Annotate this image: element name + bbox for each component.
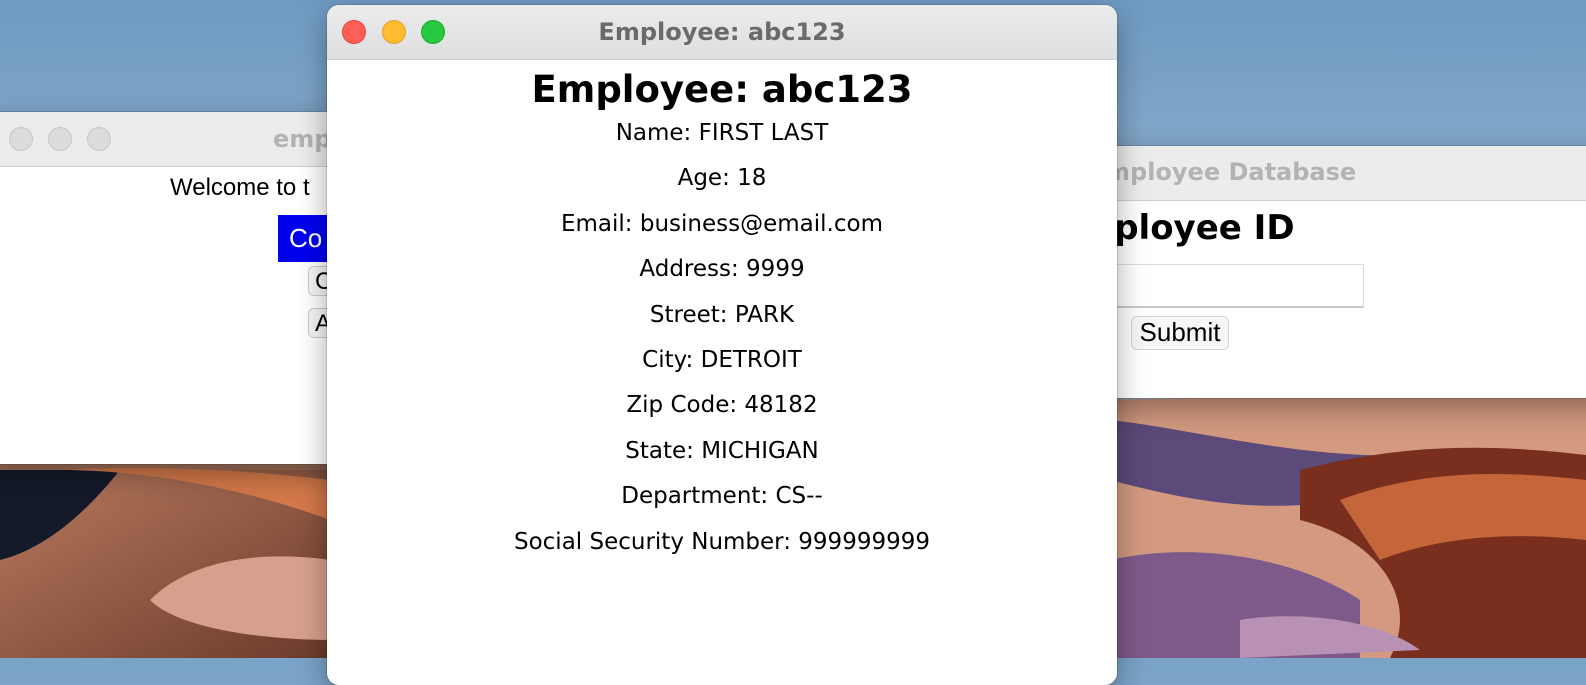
employee-details: Employee: abc123 Name: FIRST LAST Age: 1… xyxy=(327,68,1117,565)
street-field: Street: PARK xyxy=(649,301,795,328)
zip-code-field: Zip Code: 48182 xyxy=(626,392,818,419)
address-field: Address: 9999 xyxy=(639,256,805,283)
email-field: Email: business@email.com xyxy=(561,210,883,237)
employee-heading: Employee: abc123 xyxy=(531,68,913,111)
submit-button[interactable]: Submit xyxy=(1131,316,1229,350)
age-field: Age: 18 xyxy=(677,165,767,192)
state-field: State: MICHIGAN xyxy=(625,437,819,464)
window-titlebar[interactable]: Employee: abc123 xyxy=(327,5,1117,60)
employee-detail-window[interactable]: Employee: abc123 Employee: abc123 Name: … xyxy=(327,5,1117,685)
ssn-field: Social Security Number: 999999999 xyxy=(513,528,930,555)
name-field: Name: FIRST LAST xyxy=(615,120,829,146)
city-field: City: DETROIT xyxy=(642,346,802,373)
department-field: Department: CS-- xyxy=(621,483,823,510)
welcome-text: Welcome to t xyxy=(170,174,310,201)
window-title: Employee: abc123 xyxy=(598,18,846,46)
employee-id-heading: nployee ID xyxy=(1090,208,1295,248)
